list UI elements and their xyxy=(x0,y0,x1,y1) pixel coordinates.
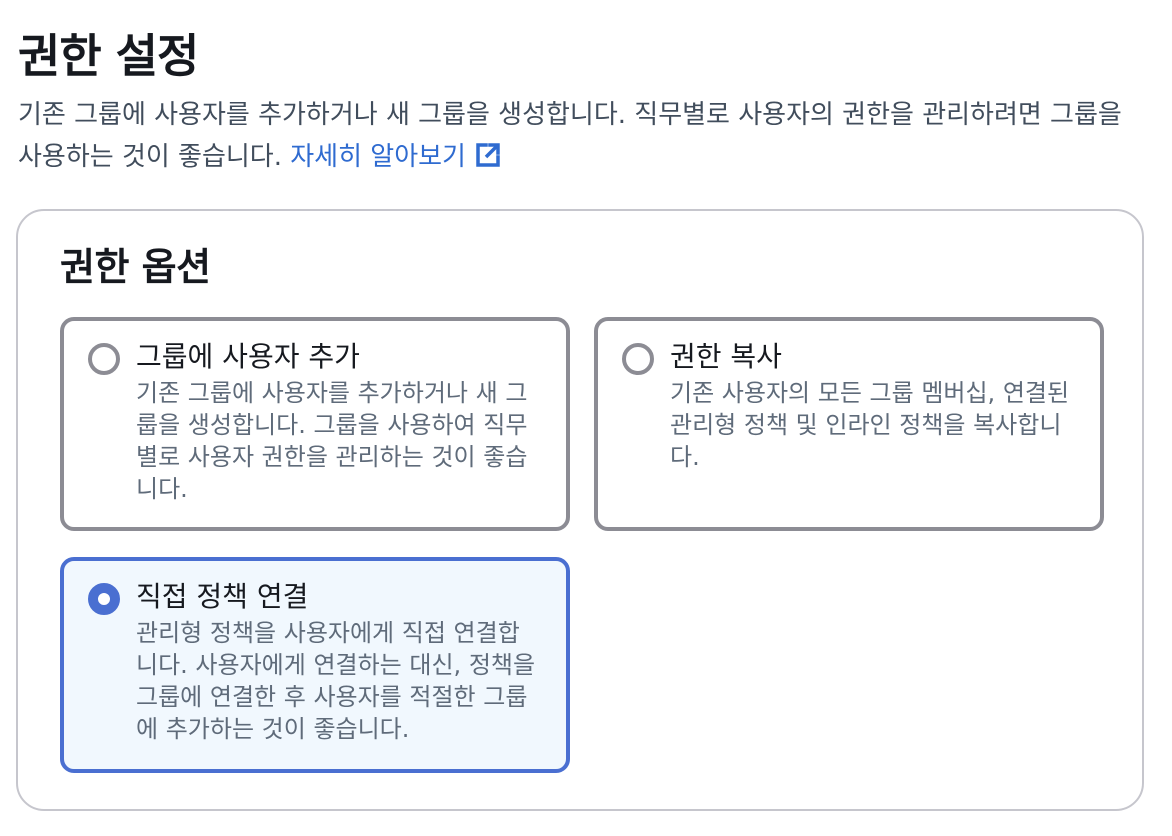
option-add-user-to-group[interactable]: 그룹에 사용자 추가 기존 그룹에 사용자를 추가하거나 새 그룹을 생성합니다… xyxy=(60,317,570,531)
option-label: 직접 정책 연결 xyxy=(136,580,309,613)
page-title: 권한 설정 xyxy=(18,29,199,83)
option-description: 관리형 정책을 사용자에게 직접 연결합니다. 사용자에게 연결하는 대신, 정… xyxy=(136,619,536,743)
radio-button-selected[interactable] xyxy=(88,583,120,615)
option-description: 기존 사용자의 모든 그룹 멤버십, 연결된 관리형 정책 및 인라인 정책을 … xyxy=(670,379,1070,471)
permission-options-panel: 권한 옵션 그룹에 사용자 추가 기존 그룹에 사용자를 추가하거나 새 그룹을… xyxy=(16,209,1144,811)
option-label: 그룹에 사용자 추가 xyxy=(136,340,360,373)
radio-button[interactable] xyxy=(88,343,120,375)
radio-button[interactable] xyxy=(622,343,654,375)
panel-title: 권한 옵션 xyxy=(60,245,211,289)
page-description-text: 기존 그룹에 사용자를 추가하거나 새 그룹을 생성합니다. 직무별로 사용자의… xyxy=(18,100,1122,172)
page-description: 기존 그룹에 사용자를 추가하거나 새 그룹을 생성합니다. 직무별로 사용자의… xyxy=(18,94,1148,178)
option-label: 권한 복사 xyxy=(670,340,782,373)
learn-more-label: 자세히 알아보기 xyxy=(290,142,466,172)
option-attach-policies-directly[interactable]: 직접 정책 연결 관리형 정책을 사용자에게 직접 연결합니다. 사용자에게 연… xyxy=(60,557,570,773)
option-description: 기존 그룹에 사용자를 추가하거나 새 그룹을 생성합니다. 그룹을 사용하여 … xyxy=(136,379,528,503)
learn-more-link[interactable]: 자세히 알아보기 xyxy=(290,142,502,172)
option-copy-permissions[interactable]: 권한 복사 기존 사용자의 모든 그룹 멤버십, 연결된 관리형 정책 및 인라… xyxy=(594,317,1104,531)
external-link-icon xyxy=(476,143,500,167)
